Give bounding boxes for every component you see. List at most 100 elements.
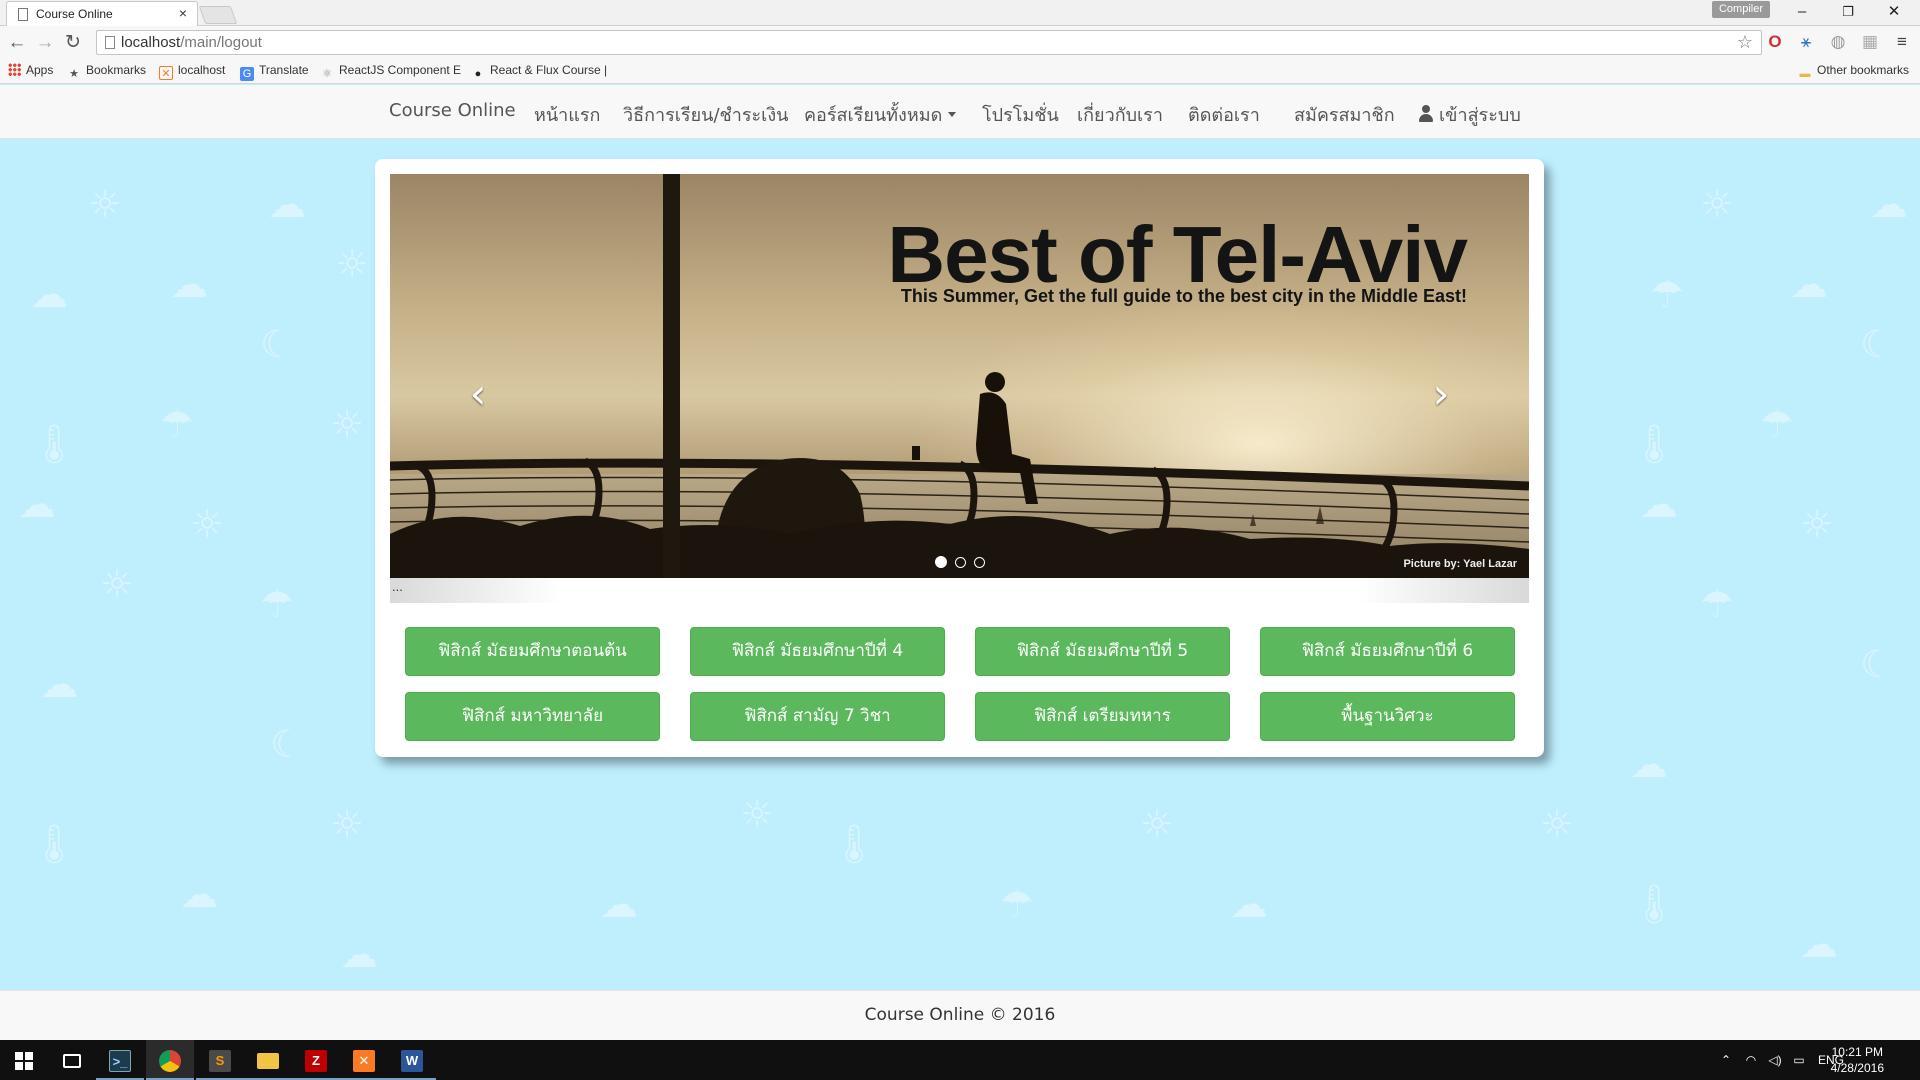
cloud-icon: ☁	[1800, 922, 1838, 966]
network-extension-icon[interactable]: ⚹	[1795, 31, 1817, 53]
site-footer: Course Online © 2016	[0, 990, 1920, 1040]
grid-extension-icon[interactable]: ▦	[1859, 31, 1881, 53]
bookmark-react-flux[interactable]: ● React & Flux Course |	[471, 63, 608, 81]
rain-icon: ☂	[1650, 272, 1685, 316]
user-icon	[1418, 105, 1434, 123]
sun-icon: ☼	[1800, 502, 1835, 546]
sun-icon: ☼	[330, 802, 365, 846]
wifi-icon[interactable]: ◠	[1740, 1040, 1762, 1080]
bookmark-localhost[interactable]: ✕ localhost	[159, 63, 225, 80]
cloud-icon: ☁	[600, 882, 638, 926]
taskbar-chrome[interactable]	[146, 1040, 194, 1080]
nav-about[interactable]: เกี่ยวกับเรา	[1077, 100, 1163, 129]
tab-title: Course Online	[36, 7, 113, 21]
back-button[interactable]: ←	[4, 30, 30, 56]
taskbar-xampp[interactable]: ✕	[340, 1040, 388, 1080]
carousel-indicator-1[interactable]	[934, 556, 947, 568]
bookmark-translate[interactable]: G Translate	[240, 63, 309, 81]
nav-how-to-pay[interactable]: วิธีการเรียน/ชำระเงิน	[623, 100, 788, 129]
show-hidden-icons-button[interactable]: ⌃	[1716, 1040, 1736, 1080]
xampp-icon: ✕	[353, 1050, 375, 1073]
nav-all-courses-dropdown[interactable]: คอร์สเรียนทั้งหมด	[804, 100, 957, 129]
forward-button[interactable]: →	[32, 30, 58, 56]
new-tab-button[interactable]	[198, 6, 238, 24]
browser-tab-strip: Course Online × Compiler – ❐ ✕	[0, 0, 1920, 26]
task-view-icon	[63, 1054, 81, 1069]
address-bar[interactable]: localhost/main/logout ☆	[96, 30, 1762, 55]
minimize-button[interactable]: –	[1780, 1, 1824, 23]
thermometer-icon: 🌡	[1630, 882, 1679, 926]
bookmark-apps[interactable]: Apps	[8, 63, 53, 77]
bookmark-bookmarks[interactable]: ★ Bookmarks	[67, 63, 146, 81]
bookmark-reactjs[interactable]: ⚛ ReactJS Component E	[320, 63, 461, 81]
nav-login[interactable]: เข้าสู่ระบบ	[1418, 100, 1521, 129]
carousel-caption-bar: ...	[390, 578, 1529, 603]
opera-extension-icon[interactable]: O	[1764, 31, 1786, 53]
close-window-button[interactable]: ✕	[1872, 1, 1916, 23]
taskbar-word[interactable]: W	[388, 1040, 436, 1080]
carousel-next-button[interactable]: ›	[1421, 373, 1461, 415]
folder-icon	[257, 1053, 279, 1070]
taskbar-filezilla[interactable]: Z	[292, 1040, 340, 1080]
sun-icon: ☼	[330, 402, 365, 446]
nav-home[interactable]: หน้าแรก	[534, 100, 600, 129]
carousel-caption: ...	[392, 579, 403, 594]
task-view-button[interactable]	[48, 1040, 96, 1080]
sun-icon: ☼	[1540, 802, 1575, 846]
navbar-brand[interactable]: Course Online	[389, 100, 516, 121]
apps-grid-icon	[8, 63, 21, 76]
tab-close-icon[interactable]: ×	[179, 5, 187, 21]
bookmarks-bar: Apps ★ Bookmarks ✕ localhost G Translate ⚛ R…	[0, 59, 1920, 84]
cloud-icon: ☁	[1230, 882, 1268, 926]
course-button-military-prep[interactable]: ฟิสิกส์ เตรียมทหาร	[975, 692, 1230, 741]
reload-button[interactable]: ↻	[60, 30, 86, 56]
taskbar-terminal[interactable]: >_	[96, 1040, 144, 1080]
course-button-grade-4[interactable]: ฟิสิกส์ มัธยมศึกษาปีที่ 4	[690, 627, 945, 676]
course-button-university[interactable]: ฟิสิกส์ มหาวิทยาลัย	[405, 692, 660, 741]
course-button-engineering-basics[interactable]: พื้นฐานวิศวะ	[1260, 692, 1515, 741]
moon-icon: ☾	[1860, 642, 1895, 686]
action-center-icon[interactable]: ▭	[1788, 1040, 1810, 1080]
carousel-indicator-3[interactable]	[973, 557, 985, 568]
system-clock[interactable]: 10:21 PM 4/28/2016	[1831, 1044, 1884, 1076]
course-button-junior-high[interactable]: ฟิสิกส์ มัธยมศึกษาตอนต้น	[405, 627, 660, 676]
thermometer-icon: 🌡	[30, 422, 79, 466]
cloud-icon: ☁	[30, 272, 68, 316]
cloud-icon: ☁	[1790, 262, 1828, 306]
volume-icon[interactable]: ◁)	[1764, 1040, 1786, 1080]
nav-register[interactable]: สมัครสมาชิก	[1294, 100, 1395, 129]
rain-icon: ☂	[1760, 402, 1795, 446]
windows-logo-icon	[15, 1052, 33, 1071]
url-text[interactable]: localhost/main/logout	[121, 34, 262, 51]
carousel-indicators	[390, 556, 1529, 568]
clock-time: 10:21 PM	[1831, 1045, 1883, 1059]
course-button-7-subjects[interactable]: ฟิสิกส์ สามัญ 7 วิชา	[690, 692, 945, 741]
menu-icon[interactable]: ≡	[1891, 31, 1913, 53]
taskbar-file-explorer[interactable]	[244, 1040, 292, 1080]
restore-button[interactable]: ❐	[1826, 1, 1870, 23]
slide-subtitle: This Summer, Get the full guide to the b…	[900, 286, 1467, 306]
windows-taskbar: >_ S Z ✕ W ⌃ ◠ ◁) ▭ ENG 10:21 PM 4/28/20…	[0, 1040, 1920, 1080]
page-icon	[105, 36, 115, 49]
rain-icon: ☂	[260, 582, 295, 626]
rain-icon: ☂	[1000, 882, 1035, 926]
profile-badge[interactable]: Compiler	[1712, 1, 1770, 18]
start-button[interactable]	[0, 1040, 48, 1080]
web-page: ☼ ☁ ☁ ☁ ☼ ☾ ☂ ☼ 🌡 ☁ ☼ ☼ ☂ ☁ ☾ 🌡 ☼ ☁ ☁ ☼ …	[0, 85, 1920, 1040]
thermometer-icon: 🌡	[30, 822, 79, 866]
lamp-post	[663, 174, 680, 578]
nav-promotions[interactable]: โปรโมชั่น	[982, 100, 1059, 129]
course-button-grade-5[interactable]: ฟิสิกส์ มัธยมศึกษาปีที่ 5	[975, 627, 1230, 676]
xampp-icon: ✕	[159, 66, 173, 80]
browser-tab[interactable]: Course Online ×	[6, 1, 198, 26]
course-button-grade-6[interactable]: ฟิสิกส์ มัธยมศึกษาปีที่ 6	[1260, 627, 1515, 676]
carousel-prev-button[interactable]: ‹	[458, 373, 498, 415]
moon-icon: ☾	[260, 322, 295, 366]
other-bookmarks[interactable]: ▬ Other bookmarks	[1798, 63, 1910, 81]
carousel-indicator-2[interactable]	[954, 557, 966, 568]
cloud-icon: ☁	[340, 932, 378, 976]
globe-extension-icon[interactable]: ◍	[1827, 31, 1849, 53]
taskbar-sublime[interactable]: S	[196, 1040, 244, 1080]
bookmark-star-icon[interactable]: ☆	[1737, 32, 1753, 53]
nav-contact[interactable]: ติดต่อเรา	[1188, 100, 1260, 129]
